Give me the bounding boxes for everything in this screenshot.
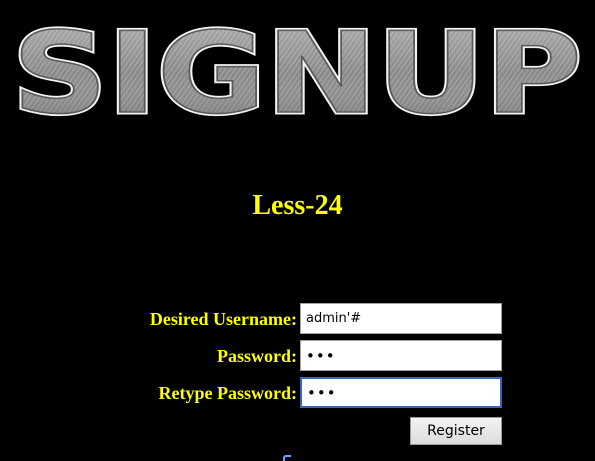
- password-input[interactable]: [300, 340, 502, 371]
- svg-text:SIGNUP: SIGNUP: [12, 9, 582, 130]
- register-button[interactable]: Register: [410, 417, 502, 445]
- signup-logo: SIGNUP SIGNUP: [10, 7, 585, 131]
- username-row: Desired Username:: [0, 303, 595, 334]
- retype-password-label: Retype Password:: [158, 383, 297, 403]
- mouse-cursor-icon: [283, 455, 291, 461]
- retype-password-row: Retype Password:: [0, 377, 595, 408]
- password-label: Password:: [217, 346, 297, 366]
- username-input[interactable]: [300, 303, 502, 334]
- signup-page: SIGNUP SIGNUP Less-24 Desired Username: …: [0, 0, 595, 461]
- password-row: Password:: [0, 340, 595, 371]
- username-label: Desired Username:: [149, 309, 297, 329]
- retype-password-input[interactable]: [300, 377, 502, 408]
- page-title: Less-24: [252, 190, 343, 221]
